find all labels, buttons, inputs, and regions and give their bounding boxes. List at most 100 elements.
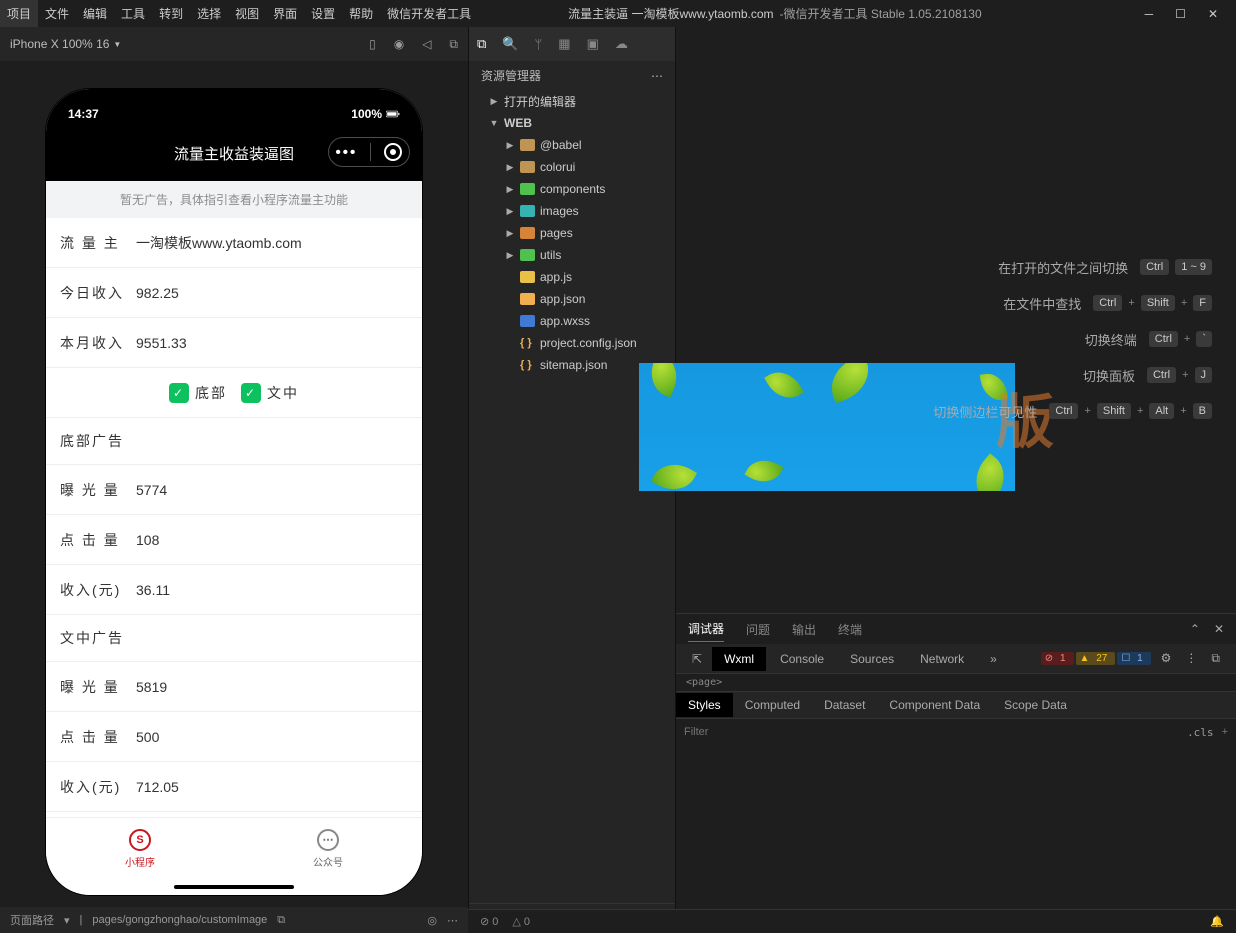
simulator-panel: iPhone X 100% 16 ▼ ▯ ◉ ◁ ⧉ 14:37 100% 流量 <box>0 27 468 933</box>
files-icon[interactable]: ⧉ <box>477 36 486 52</box>
menu-edit[interactable]: 编辑 <box>76 0 114 27</box>
add-rule-icon[interactable]: + <box>1222 726 1228 738</box>
tab-computed[interactable]: Computed <box>733 693 812 717</box>
editor-panel: 版 在打开的文件之间切换Ctrl1 ~ 9 在文件中查找Ctrl+Shift+F… <box>676 27 1236 933</box>
menu-help[interactable]: 帮助 <box>342 0 380 27</box>
device-selector[interactable]: iPhone X 100% 16 ▼ <box>10 37 121 51</box>
list-row: 曝 光 量5774 <box>46 465 422 515</box>
window-minimize[interactable]: ─ <box>1145 7 1154 21</box>
home-indicator <box>174 885 294 889</box>
folder-item[interactable]: ▶components <box>469 178 675 200</box>
eye-icon[interactable]: ◎ <box>427 914 437 927</box>
tab-debugger[interactable]: 调试器 <box>688 616 724 642</box>
menu-settings[interactable]: 设置 <box>304 0 342 27</box>
phone-simulator[interactable]: 14:37 100% 流量主收益装逼图 ••• 暂无广告，具体指引查看小程序流量… <box>46 89 422 895</box>
folder-root[interactable]: ▼WEB <box>469 112 675 134</box>
tab-componentdata[interactable]: Component Data <box>877 693 992 717</box>
explorer-header: 资源管理器 ⋯ <box>469 61 675 90</box>
status-badges[interactable]: ⊘ 1 ▲ 27 ☐ 1 <box>1041 652 1151 665</box>
menu-view[interactable]: 视图 <box>228 0 266 27</box>
menu-ui[interactable]: 界面 <box>266 0 304 27</box>
list-row: 收入(元)712.05 <box>46 762 422 812</box>
tab-terminal[interactable]: 终端 <box>838 617 862 642</box>
simulator-toolbar: iPhone X 100% 16 ▼ ▯ ◉ ◁ ⧉ <box>0 27 468 61</box>
path-bar: 页面路径▾| pages/gongzhonghao/customImage ⧉ … <box>0 907 468 933</box>
file-item[interactable]: app.wxss <box>469 310 675 332</box>
page-path[interactable]: pages/gongzhonghao/customImage <box>92 914 267 926</box>
close-ring-icon[interactable] <box>384 143 402 161</box>
device-icon[interactable]: ▯ <box>369 37 376 52</box>
menu-select[interactable]: 选择 <box>190 0 228 27</box>
menu-tool[interactable]: 工具 <box>114 0 152 27</box>
menu-devtools[interactable]: 微信开发者工具 <box>380 0 478 27</box>
tab-miniprogram[interactable]: S小程序 <box>125 829 155 869</box>
menubar: 项目 文件 编辑 工具 转到 选择 视图 界面 设置 帮助 微信开发者工具 流量… <box>0 0 1236 27</box>
tab-more[interactable]: » <box>978 647 1009 671</box>
dock-icon[interactable]: ⧉ <box>1211 651 1220 666</box>
window-close[interactable]: ✕ <box>1208 7 1218 21</box>
copy-icon[interactable]: ⧉ <box>449 37 458 52</box>
list-row: 点 击 量500 <box>46 712 422 762</box>
wxml-breadcrumb[interactable]: <page> <box>676 674 1236 691</box>
menu-project[interactable]: 项目 <box>0 0 38 27</box>
folder-item[interactable]: ▶utils <box>469 244 675 266</box>
style-tabs: Styles Computed Dataset Component Data S… <box>676 691 1236 719</box>
menu-dots-icon[interactable]: ••• <box>336 144 358 161</box>
open-editors[interactable]: ▶打开的编辑器 <box>469 90 675 112</box>
battery-icon <box>386 107 400 121</box>
ext-icon[interactable]: ▦ <box>558 36 570 52</box>
chevron-up-icon[interactable]: ⌃ <box>1190 622 1200 636</box>
tab-gongzhonghao[interactable]: ⋯公众号 <box>313 829 343 869</box>
file-item[interactable]: app.js <box>469 266 675 288</box>
tab-dataset[interactable]: Dataset <box>812 693 877 717</box>
checkbox-row: ✓底部 ✓文中 <box>46 368 422 418</box>
more-icon[interactable]: ⋯ <box>447 914 458 927</box>
list-row: 收入(元)36.11 <box>46 565 422 615</box>
capsule-button[interactable]: ••• <box>328 137 410 167</box>
list-row: 本月收入9551.33 <box>46 318 422 368</box>
devtools-tabs: ⇱ Wxml Console Sources Network » ⊘ 1 ▲ 2… <box>676 644 1236 674</box>
tab-console[interactable]: Console <box>768 647 836 671</box>
bell-icon[interactable]: 🔔 <box>1210 915 1224 928</box>
menu-goto[interactable]: 转到 <box>152 0 190 27</box>
window-title: 流量主装逼 一淘模板www.ytaomb.com - 微信开发者工具 Stabl… <box>478 5 1126 22</box>
copy-path-icon[interactable]: ⧉ <box>277 914 285 927</box>
list-row: 流 量 主一淘模板www.ytaomb.com <box>46 218 422 268</box>
folder-item[interactable]: ▶pages <box>469 222 675 244</box>
tab-network[interactable]: Network <box>908 647 976 671</box>
menu-file[interactable]: 文件 <box>38 0 76 27</box>
keyboard-shortcuts: 在打开的文件之间切换Ctrl1 ~ 9 在文件中查找Ctrl+Shift+F 切… <box>933 249 1212 429</box>
style-filter-input[interactable] <box>684 726 1187 738</box>
folder-item[interactable]: ▶images <box>469 200 675 222</box>
file-item[interactable]: app.json <box>469 288 675 310</box>
checkbox-bottom[interactable]: ✓底部 <box>169 383 227 403</box>
tab-styles[interactable]: Styles <box>676 693 733 717</box>
file-item[interactable]: { }project.config.json <box>469 332 675 354</box>
cls-toggle[interactable]: .cls <box>1187 726 1214 739</box>
explorer-menu-icon[interactable]: ⋯ <box>651 69 663 83</box>
window-maximize[interactable]: ☐ <box>1175 7 1186 21</box>
tab-output[interactable]: 输出 <box>792 617 816 642</box>
send-icon[interactable]: ◁ <box>422 37 431 52</box>
kebab-icon[interactable]: ⋮ <box>1185 651 1197 666</box>
gear-icon[interactable]: ⚙ <box>1161 651 1172 666</box>
status-errors[interactable]: ⊘ 0 <box>480 915 498 928</box>
cloud-icon[interactable]: ☁ <box>615 36 628 52</box>
debugger-tabs: 调试器 问题 输出 终端 ⌃ ✕ <box>676 614 1236 644</box>
branch-icon[interactable]: ᛘ <box>534 37 542 52</box>
tab-sources[interactable]: Sources <box>838 647 906 671</box>
tab-problems[interactable]: 问题 <box>746 617 770 642</box>
tab-scopedata[interactable]: Scope Data <box>992 693 1079 717</box>
box-icon[interactable]: ▣ <box>587 36 599 52</box>
checkbox-inline[interactable]: ✓文中 <box>241 383 299 403</box>
inspect-icon[interactable]: ⇱ <box>684 652 710 666</box>
folder-item[interactable]: ▶@babel <box>469 134 675 156</box>
close-icon[interactable]: ✕ <box>1214 622 1224 636</box>
section-header: 文中广告 <box>46 615 422 662</box>
folder-item[interactable]: ▶colorui <box>469 156 675 178</box>
search-icon[interactable]: 🔍 <box>502 36 518 52</box>
tab-wxml[interactable]: Wxml <box>712 647 766 671</box>
section-header: 底部广告 <box>46 418 422 465</box>
record-icon[interactable]: ◉ <box>394 37 404 52</box>
status-warnings[interactable]: △ 0 <box>512 915 530 928</box>
